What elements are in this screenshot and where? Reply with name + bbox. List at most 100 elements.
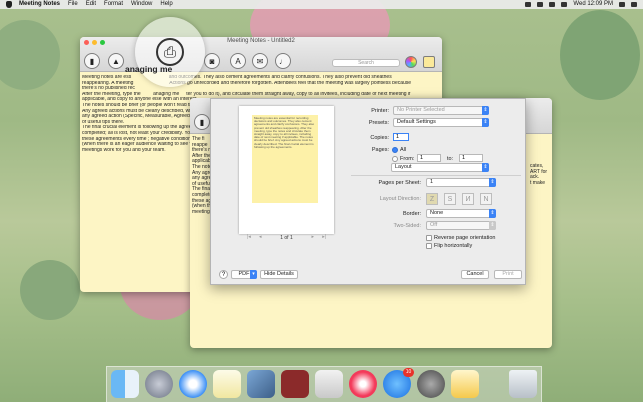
- battery-icon[interactable]: [549, 2, 556, 7]
- flip-horizontally-checkbox[interactable]: [426, 243, 432, 249]
- dictionary-icon[interactable]: [281, 370, 309, 398]
- new-document-button[interactable]: ▮: [84, 53, 100, 69]
- window-title: Meeting Notes - Untitled2: [227, 38, 295, 44]
- page-navigator: |◂ ◂ 1 of 1 ▸ ▸|: [239, 234, 334, 241]
- prev-page-icon[interactable]: ◂: [259, 234, 262, 240]
- pages-range-radio[interactable]: [392, 156, 398, 162]
- preview-icon[interactable]: [247, 370, 275, 398]
- border-select[interactable]: None ⇕: [426, 209, 496, 218]
- next-page-icon[interactable]: ▸: [311, 234, 314, 240]
- divider: [351, 175, 521, 176]
- airplay-icon[interactable]: [525, 2, 532, 7]
- trash-icon[interactable]: [509, 370, 537, 398]
- new-document-button[interactable]: ▮: [194, 114, 210, 130]
- pages-all-radio[interactable]: [392, 147, 398, 153]
- print-dialog: Meeting notes are essential for recordin…: [210, 98, 526, 285]
- apple-icon[interactable]: [6, 1, 12, 8]
- printer-label: Printer:: [371, 108, 389, 114]
- launchpad-icon[interactable]: [145, 370, 173, 398]
- font-icon: A: [235, 56, 241, 66]
- preview-photos-icon[interactable]: [315, 370, 343, 398]
- body-line: reappearing. A meeting Actions go unreco…: [82, 80, 412, 86]
- menu-help[interactable]: Help: [160, 0, 172, 9]
- pdf-menu-button[interactable]: PDF ▾: [231, 270, 257, 279]
- app-store-icon[interactable]: 10: [383, 368, 414, 398]
- help-button[interactable]: ?: [219, 270, 228, 279]
- pages-from-label: From:: [400, 156, 415, 162]
- menu-format[interactable]: Format: [104, 0, 123, 9]
- list-icon[interactable]: [631, 2, 637, 7]
- pages-to-label: to:: [447, 156, 454, 162]
- menu-file[interactable]: File: [68, 0, 78, 9]
- menu-app-name[interactable]: Meeting Notes: [19, 0, 60, 9]
- meeting-notes-icon[interactable]: [451, 370, 479, 398]
- envelope-icon: ✉: [256, 56, 264, 66]
- direction-z-icon[interactable]: Z: [426, 193, 438, 205]
- first-page-icon[interactable]: |◂: [247, 234, 251, 240]
- layout-direction-label: Layout Direction:: [379, 196, 421, 202]
- pdf-label: PDF: [238, 271, 250, 277]
- direction-n-reverse-icon[interactable]: И: [462, 193, 474, 205]
- finder-icon[interactable]: [111, 370, 139, 398]
- wifi-icon[interactable]: [537, 2, 544, 7]
- microphone-icon: ♩: [279, 56, 287, 66]
- pages-all-label: All: [400, 147, 407, 153]
- direction-n-icon[interactable]: N: [480, 193, 492, 205]
- pages-to-input[interactable]: 1: [459, 154, 483, 162]
- camera-button[interactable]: ◙: [204, 53, 220, 69]
- cancel-button[interactable]: Cancel: [461, 270, 489, 279]
- microphone-button[interactable]: ♩: [275, 53, 291, 69]
- print-button[interactable]: Print: [494, 270, 522, 279]
- pages-per-sheet-label: Pages per Sheet:: [378, 180, 421, 186]
- copies-input[interactable]: 1: [393, 133, 409, 141]
- pages-label: Pages:: [371, 147, 389, 153]
- print-preview: Meeting notes are essential for recordin…: [239, 106, 334, 234]
- pages-from-input[interactable]: 1: [417, 154, 441, 162]
- two-sided-label: Two-Sided:: [393, 223, 421, 229]
- up-arrow-icon: ▲: [112, 56, 120, 66]
- chevron-updown-icon: ⇕: [482, 163, 489, 172]
- border-value: None: [430, 210, 444, 216]
- safari-icon[interactable]: [179, 370, 207, 398]
- chevron-updown-icon: ⇕: [482, 106, 489, 115]
- chevron-updown-icon: ⇕: [489, 209, 496, 218]
- printer-icon: ⎙: [156, 38, 184, 66]
- notes-app-icon[interactable]: [213, 370, 241, 398]
- direction-s-icon[interactable]: S: [444, 193, 456, 205]
- flag-icon[interactable]: [561, 2, 568, 7]
- preview-page: Meeting notes are essential for recordin…: [252, 115, 318, 203]
- pages-per-sheet-select[interactable]: 1 ⇕: [426, 178, 496, 187]
- email-button[interactable]: ✉: [252, 53, 268, 69]
- presets-select[interactable]: Default Settings ⇕: [393, 118, 489, 127]
- hide-details-button[interactable]: Hide Details: [260, 270, 298, 279]
- menubar-clock[interactable]: Wed 12:09 PM: [573, 0, 613, 9]
- note-color-button[interactable]: [423, 56, 435, 68]
- two-sided-select[interactable]: Off ⇕: [426, 221, 496, 230]
- share-button[interactable]: ▲: [108, 53, 124, 69]
- font-button[interactable]: A: [230, 53, 246, 69]
- color-picker-button[interactable]: [405, 56, 417, 68]
- search-placeholder: Search: [358, 60, 374, 66]
- search-icon[interactable]: [619, 2, 625, 7]
- chevron-down-icon: ▾: [250, 270, 257, 279]
- reverse-orientation-checkbox[interactable]: [426, 235, 432, 241]
- section-value: Layout: [395, 164, 412, 170]
- presets-label: Presets:: [368, 120, 389, 126]
- dock: 10: [106, 366, 542, 402]
- section-select[interactable]: Layout ⇕: [391, 163, 489, 172]
- menu-edit[interactable]: Edit: [86, 0, 96, 9]
- copies-label: Copies:: [370, 135, 389, 141]
- itunes-icon[interactable]: [349, 370, 377, 398]
- search-field[interactable]: Search: [332, 59, 400, 67]
- system-preferences-icon[interactable]: [417, 370, 445, 398]
- second-window-right-text: cates, ART for ack. t make: [530, 163, 547, 186]
- chevron-updown-icon: ⇕: [489, 178, 496, 187]
- printer-select[interactable]: No Printer Selected ⇕: [393, 106, 489, 115]
- menu-window[interactable]: Window: [131, 0, 152, 9]
- print-button-highlight[interactable]: ⎙: [135, 17, 205, 87]
- document-icon: ▮: [89, 56, 95, 66]
- border-label: Border:: [402, 211, 421, 217]
- last-page-icon[interactable]: ▸|: [322, 234, 326, 240]
- document-icon: ▮: [199, 117, 205, 127]
- pages-per-sheet-value: 1: [430, 179, 434, 185]
